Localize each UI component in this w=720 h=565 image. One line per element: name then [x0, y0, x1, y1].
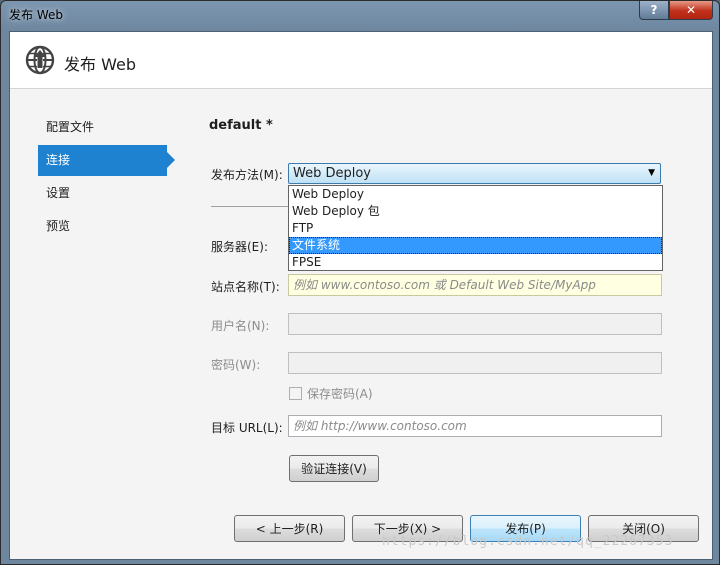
- prev-button[interactable]: < 上一步(R): [234, 515, 345, 542]
- server-label: 服务器(E):: [211, 240, 268, 254]
- target-url-label: 目标 URL(L):: [211, 421, 283, 435]
- nav-item-label: 连接: [46, 153, 71, 167]
- option-fpse[interactable]: FPSE: [289, 254, 662, 271]
- header-title: 发布 Web: [64, 55, 136, 74]
- target-url-input[interactable]: 例如 http://www.contoso.com: [288, 415, 662, 437]
- nav-item-preview[interactable]: 预览: [38, 211, 166, 242]
- validate-connection-label: 验证连接(V): [301, 462, 367, 476]
- nav-item-connection[interactable]: 连接: [38, 145, 175, 176]
- publish-method-dropdown: Web Deploy Web Deploy 包 FTP 文件系统 FPSE: [288, 185, 663, 271]
- publish-method-label: 发布方法(M):: [211, 168, 283, 182]
- globe-publish-icon: [25, 45, 55, 75]
- site-name-placeholder: 例如 www.contoso.com 或 Default Web Site/My…: [293, 278, 596, 292]
- option-web-deploy[interactable]: Web Deploy: [289, 186, 662, 203]
- wizard-nav: 配置文件 连接 设置 预览: [38, 112, 178, 244]
- dialog-header: 发布 Web: [10, 32, 712, 89]
- nav-item-profile[interactable]: 配置文件: [38, 112, 166, 143]
- username-label: 用户名(N):: [211, 319, 270, 333]
- username-input[interactable]: [288, 313, 662, 335]
- help-icon: ?: [650, 3, 658, 17]
- dialog-body: 发布 Web 配置文件 连接 设置 预览 default * 发布方法(M): …: [9, 31, 713, 560]
- validate-connection-button[interactable]: 验证连接(V): [289, 455, 379, 482]
- option-web-deploy-package[interactable]: Web Deploy 包: [289, 203, 662, 220]
- divider: [211, 206, 291, 207]
- profile-name: default *: [209, 118, 273, 133]
- publish-method-select[interactable]: Web Deploy ▼: [288, 163, 661, 184]
- watermark: https://blog.csdn.net/qq_22267353: [382, 534, 674, 549]
- close-icon: ✕: [685, 3, 697, 17]
- save-password-checkbox[interactable]: [289, 387, 302, 400]
- nav-item-label: 配置文件: [46, 120, 95, 134]
- save-password-label: 保存密码(A): [307, 387, 373, 401]
- nav-item-label: 设置: [46, 186, 71, 200]
- nav-item-label: 预览: [46, 219, 71, 233]
- password-input[interactable]: [288, 352, 662, 374]
- nav-item-settings[interactable]: 设置: [38, 178, 166, 209]
- site-name-input[interactable]: 例如 www.contoso.com 或 Default Web Site/My…: [288, 274, 662, 296]
- publish-method-value: Web Deploy: [293, 166, 371, 181]
- publish-web-dialog: 发布 Web ? ✕ 发布 Web 配置文件 连接 设置 预览 default …: [0, 0, 720, 565]
- chevron-down-icon: ▼: [648, 168, 655, 178]
- close-window-button[interactable]: ✕: [669, 1, 713, 20]
- window-title: 发布 Web: [9, 8, 63, 22]
- help-button[interactable]: ?: [639, 1, 669, 20]
- password-label: 密码(W):: [211, 358, 261, 372]
- title-bar[interactable]: 发布 Web ? ✕: [1, 1, 719, 29]
- site-name-label: 站点名称(T):: [211, 280, 280, 294]
- option-file-system[interactable]: 文件系统: [289, 237, 662, 254]
- prev-button-label: < 上一步(R): [255, 522, 324, 536]
- option-ftp[interactable]: FTP: [289, 220, 662, 237]
- target-url-placeholder: 例如 http://www.contoso.com: [293, 419, 467, 433]
